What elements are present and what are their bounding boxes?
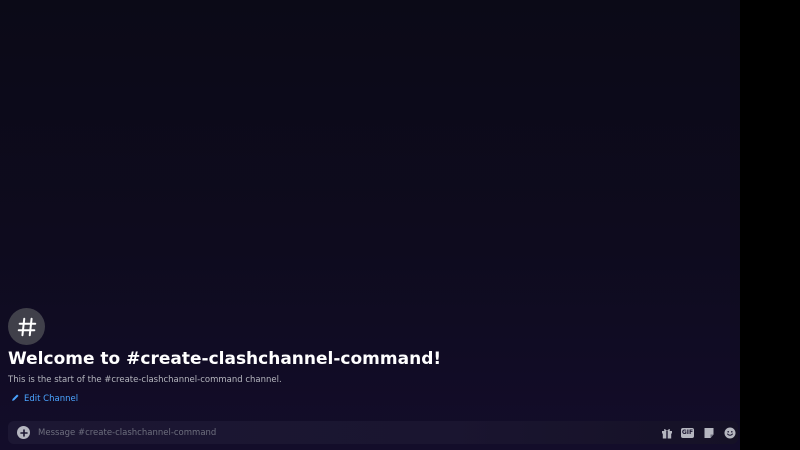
welcome-subtitle: This is the start of the #create-clashch…: [8, 375, 282, 385]
message-input[interactable]: [38, 424, 598, 441]
gif-icon[interactable]: GIF: [681, 426, 694, 439]
welcome-title: Welcome to #create-clashchannel-command!: [8, 349, 442, 369]
pencil-icon: [11, 393, 20, 405]
gift-icon[interactable]: [660, 426, 673, 439]
chat-area: Welcome to #create-clashchannel-command!…: [0, 0, 740, 450]
sticker-icon[interactable]: [702, 426, 715, 439]
edit-channel-button[interactable]: Edit Channel: [11, 393, 78, 405]
add-attachment-button[interactable]: [17, 426, 30, 439]
edit-channel-label: Edit Channel: [24, 394, 79, 404]
message-composer: GIF: [8, 421, 738, 444]
right-edge-panel: [740, 0, 800, 450]
plus-icon: [19, 428, 28, 437]
emoji-icon[interactable]: [723, 426, 736, 439]
composer-actions: GIF: [660, 426, 736, 439]
channel-hash-icon: [8, 308, 45, 345]
